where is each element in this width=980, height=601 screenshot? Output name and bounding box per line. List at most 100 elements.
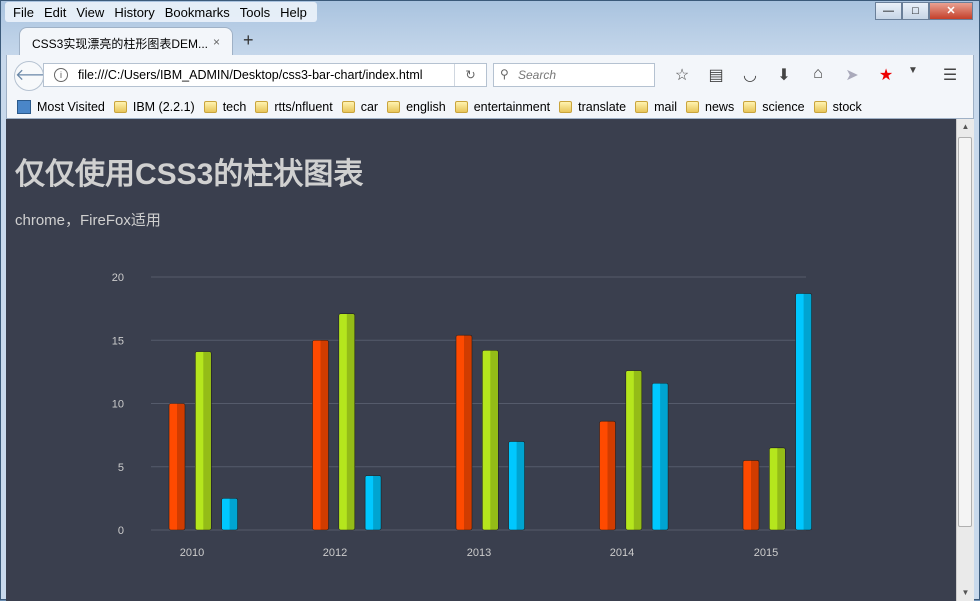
nav-bar: 🡐 i file:///C:/Users/IBM_ADMIN/Desktop/c… [6, 55, 974, 95]
bookmark-item[interactable]: entertainment [454, 100, 550, 114]
bar [599, 420, 616, 531]
folder-icon [341, 100, 355, 113]
pocket-icon[interactable]: ◡ [733, 65, 767, 85]
y-tick-label: 0 [118, 525, 124, 537]
bar-shade [373, 475, 382, 530]
bookmark-item[interactable]: car [341, 99, 379, 114]
home-icon[interactable]: ⌂ [801, 65, 835, 85]
folder-icon [203, 100, 217, 113]
red-star-icon[interactable]: ★ [869, 65, 903, 85]
info-icon[interactable]: i [54, 68, 68, 82]
close-window-button[interactable]: ✕ [929, 2, 973, 20]
x-tick-label: 2014 [610, 547, 634, 559]
vertical-scrollbar[interactable]: ▲ ▼ [956, 119, 974, 601]
menu-bookmarks[interactable]: Bookmarks [161, 2, 236, 22]
search-input[interactable]: ⚲ Search [493, 63, 655, 87]
menu-tools[interactable]: Tools [236, 2, 276, 22]
menu-file[interactable]: File [9, 2, 40, 22]
folder-icon [686, 100, 700, 113]
reading-list-icon[interactable]: ▤ [699, 65, 733, 85]
menu-bar: File Edit View History Bookmarks Tools Help [5, 2, 317, 22]
url-text: file:///C:/Users/IBM_ADMIN/Desktop/css3-… [78, 68, 423, 82]
bookmark-label: IBM (2.2.1) [132, 99, 195, 114]
bookmark-item[interactable]: english [387, 100, 446, 114]
x-tick-label: 2013 [467, 547, 491, 559]
bar [338, 313, 356, 531]
browser-window: File Edit View History Bookmarks Tools Help — … [0, 0, 980, 601]
bar [312, 339, 329, 531]
bookmark-item[interactable]: translate [559, 100, 626, 114]
bar [221, 498, 238, 531]
minimize-button[interactable]: — [875, 2, 902, 20]
bookmark-item[interactable]: stock [813, 100, 862, 114]
most-visited-icon [17, 99, 31, 114]
search-placeholder: Search [518, 68, 557, 82]
scrollbar-thumb[interactable] [958, 137, 972, 527]
bar [768, 447, 786, 531]
bar [625, 370, 643, 531]
share-icon[interactable]: ➤ [835, 65, 869, 85]
download-icon[interactable]: ⬇ [767, 65, 801, 85]
bookmark-star-icon[interactable]: ☆ [665, 65, 699, 85]
bookmark-label: car [360, 99, 379, 114]
folder-icon [387, 100, 401, 113]
x-tick-label: 2015 [754, 547, 778, 559]
scroll-down-icon[interactable]: ▼ [957, 585, 974, 601]
maximize-button[interactable]: □ [902, 2, 929, 20]
bar-shade [490, 350, 499, 530]
bookmark-label: mail [654, 99, 678, 114]
bar-shade [751, 460, 759, 530]
url-bar[interactable]: i file:///C:/Users/IBM_ADMIN/Desktop/css… [43, 63, 487, 87]
menu-help[interactable]: Help [276, 2, 313, 22]
bookmark-item[interactable]: news [686, 100, 734, 114]
tab-active[interactable]: CSS3实现漂亮的柱形图表DEM... × [19, 27, 233, 55]
bar-shade [177, 403, 185, 530]
menu-view[interactable]: View [72, 2, 110, 22]
bar [481, 350, 499, 531]
bookmark-label: Most Visited [37, 99, 105, 114]
bookmark-item[interactable]: science [743, 99, 805, 114]
bar [364, 475, 382, 531]
back-button[interactable]: 🡐 [14, 61, 58, 91]
folder-icon [743, 100, 757, 113]
bookmark-item[interactable]: rtts/nfluent [255, 99, 333, 114]
y-tick-label: 15 [112, 335, 124, 347]
menu-edit[interactable]: Edit [40, 2, 72, 22]
bar-shade [633, 370, 642, 530]
bookmark-label: translate [578, 99, 627, 114]
bar [168, 403, 186, 531]
bookmark-label: rtts/nfluent [274, 99, 333, 114]
x-tick-label: 2010 [180, 547, 204, 559]
folder-icon [813, 100, 827, 113]
y-tick-label: 20 [112, 272, 124, 284]
bar-shade [803, 293, 812, 530]
bookmark-label: news [705, 99, 735, 114]
folder-icon [255, 100, 269, 113]
bookmark-item[interactable]: tech [203, 99, 247, 114]
new-tab-button[interactable]: + [243, 30, 254, 51]
bar-shade [607, 421, 616, 530]
bookmark-item[interactable]: Most Visited [17, 99, 105, 114]
bookmark-label: english [406, 99, 446, 114]
bar-shade [229, 498, 238, 530]
dropdown-icon[interactable]: ▼ [903, 65, 923, 85]
bookmark-item[interactable]: mail [635, 100, 677, 114]
menu-history[interactable]: History [110, 2, 160, 22]
bar-shade [320, 340, 329, 530]
folder-icon [113, 100, 127, 113]
scroll-up-icon[interactable]: ▲ [957, 119, 974, 135]
bar-chart: 0 5 10 15 20 2010 2012 2013 2014 2015 [112, 272, 812, 559]
bookmark-item[interactable]: IBM (2.2.1) [113, 99, 195, 114]
tab-title: CSS3实现漂亮的柱形图表DEM... [32, 37, 209, 51]
x-tick-label: 2012 [323, 547, 347, 559]
bar [742, 460, 760, 531]
bar-shade [777, 447, 786, 530]
tab-close-icon[interactable]: × [213, 35, 220, 49]
hamburger-menu-icon[interactable]: ☰ [933, 65, 967, 85]
bookmark-label: science [762, 99, 805, 114]
reload-icon[interactable]: ↻ [454, 64, 486, 86]
bar [455, 334, 473, 531]
search-icon: ⚲ [500, 67, 509, 81]
bookmark-label: tech [222, 99, 247, 114]
bar [795, 293, 812, 531]
